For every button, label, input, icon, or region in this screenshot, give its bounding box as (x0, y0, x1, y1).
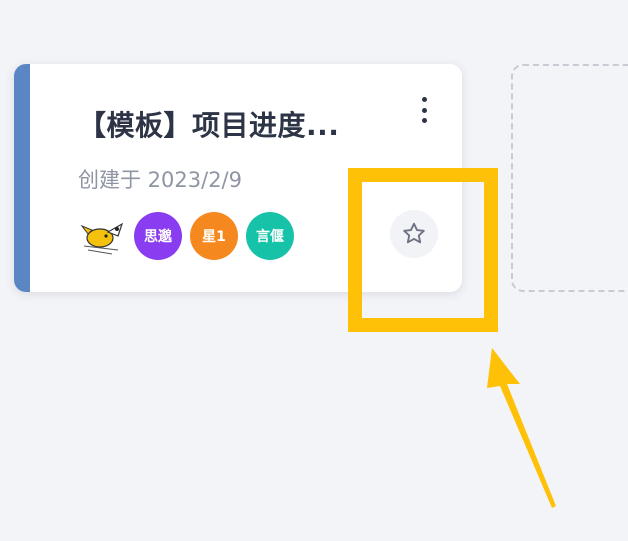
card-accent-bar (14, 64, 30, 292)
member-list: 思邈 星1 言偃 (78, 212, 302, 260)
annotation-arrow-icon (487, 348, 556, 508)
project-title[interactable]: 【模板】项目进度... (78, 104, 378, 144)
member-avatar-3: 言偃 (246, 212, 294, 260)
cartoon-mouse-avatar (78, 212, 126, 260)
annotation-highlight-box (348, 168, 498, 332)
more-vertical-icon (421, 97, 427, 102)
member-avatar-2: 星1 (190, 212, 238, 260)
created-date: 创建于 2023/2/9 (78, 168, 242, 192)
new-project-placeholder[interactable] (511, 64, 628, 292)
more-menu-button[interactable] (412, 94, 436, 126)
member-avatar-1: 思邈 (134, 212, 182, 260)
